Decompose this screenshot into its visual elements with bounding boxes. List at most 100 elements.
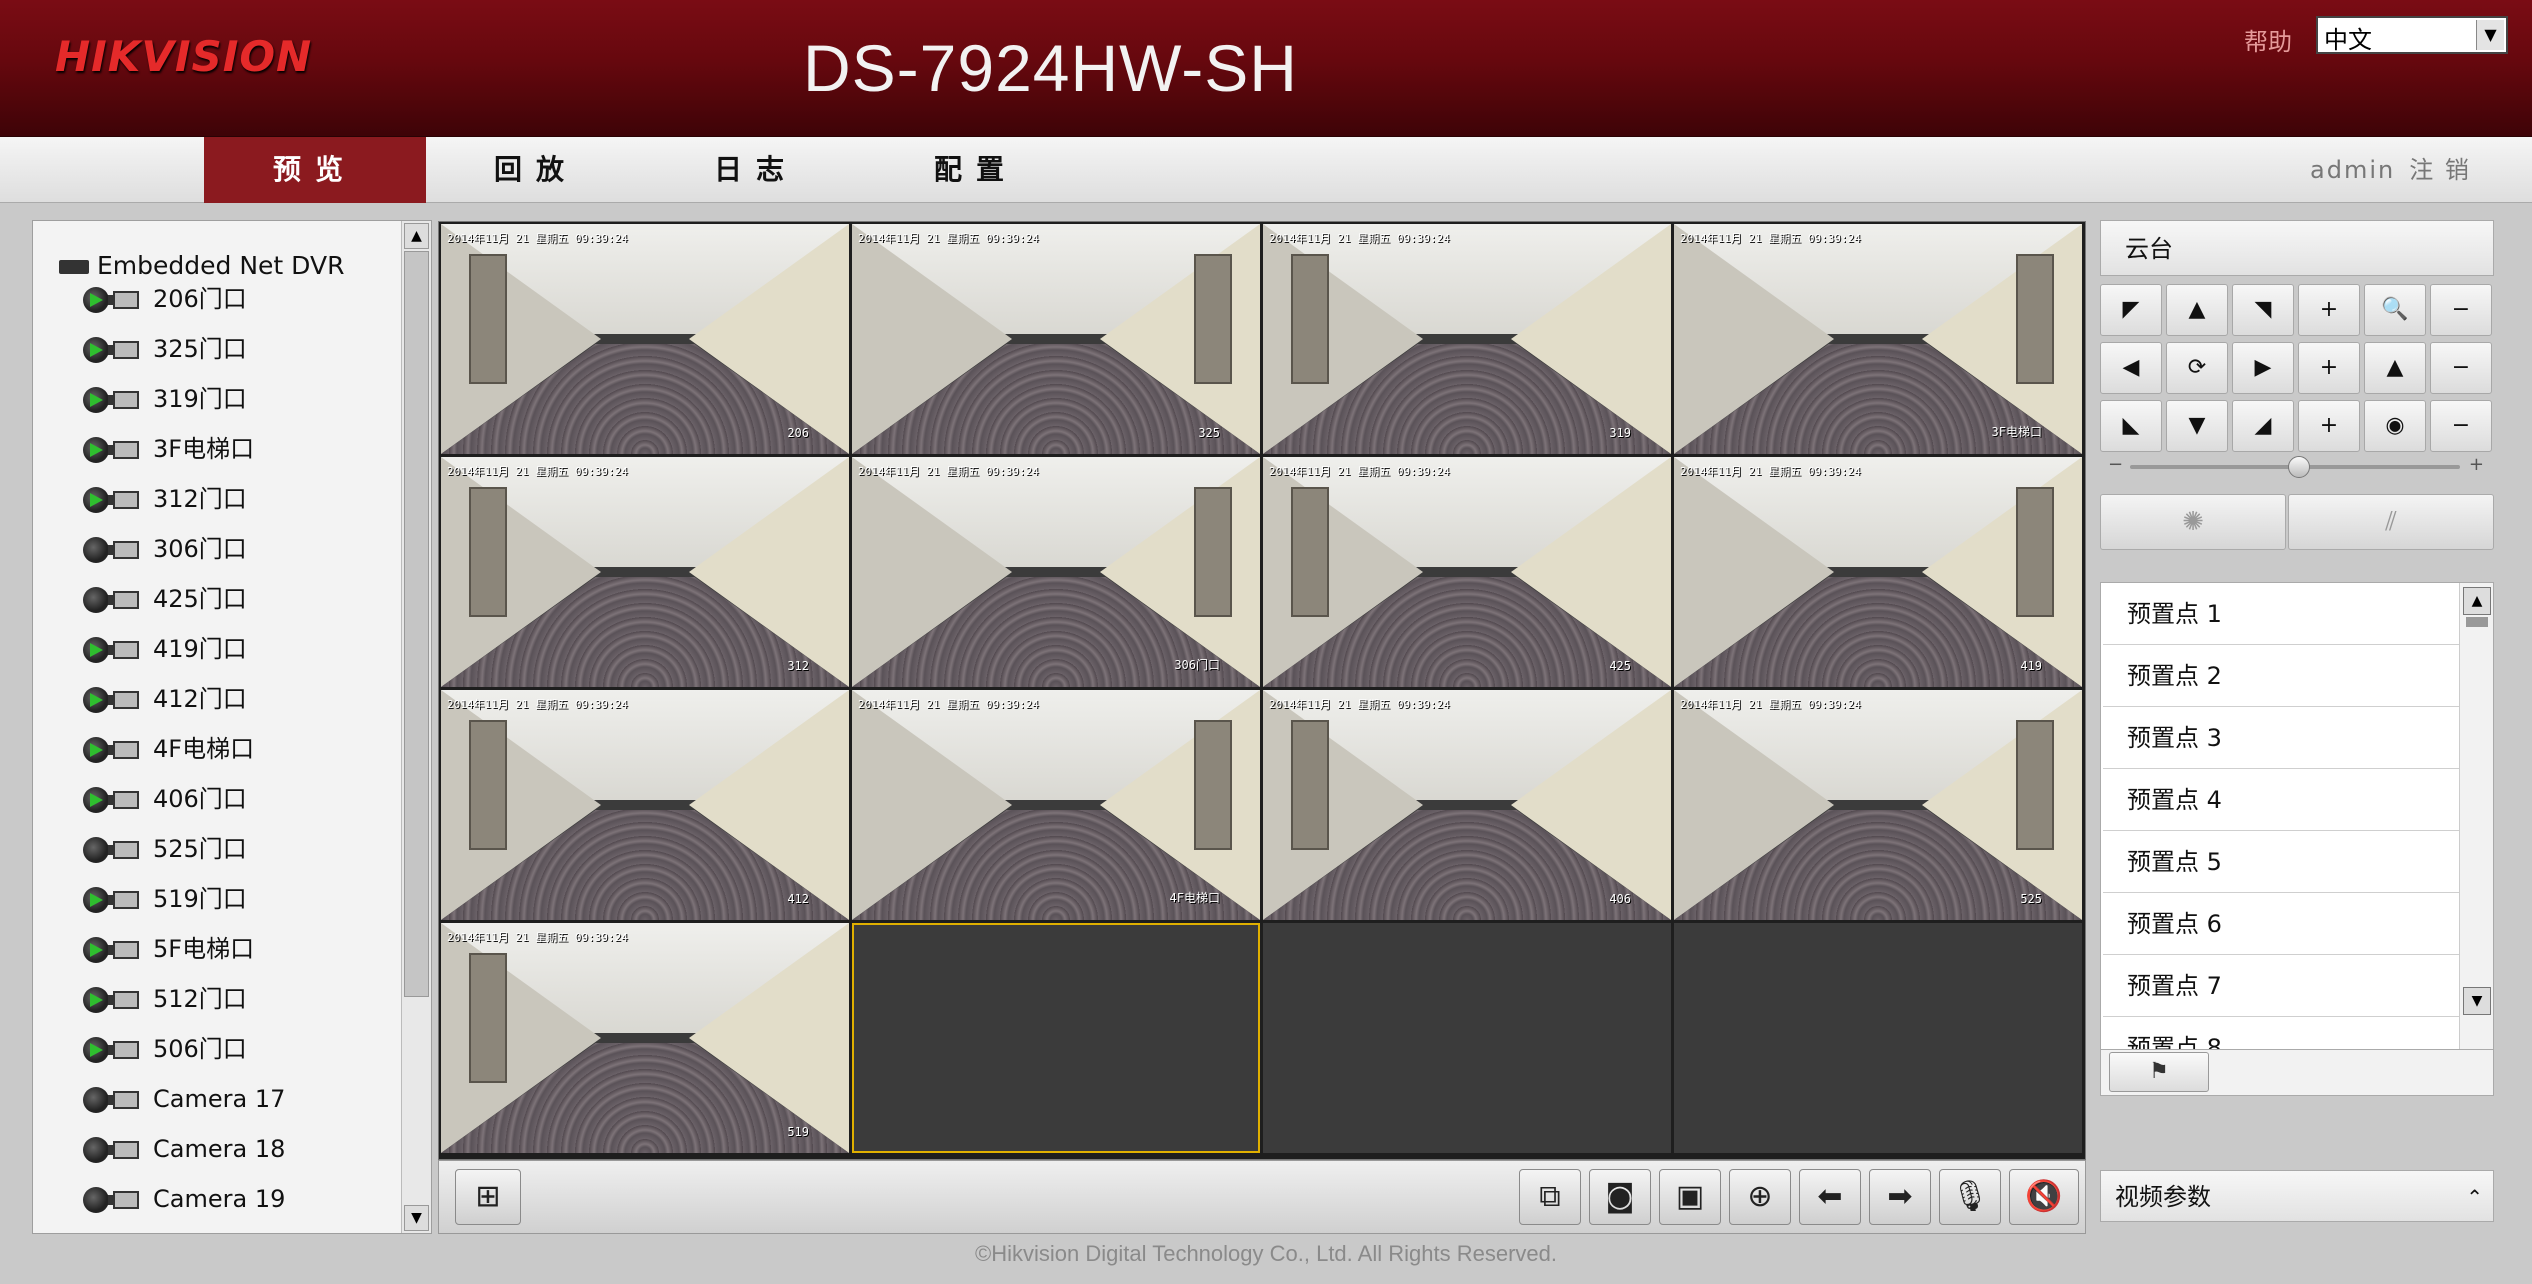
record-camera-icon[interactable] (108, 391, 139, 409)
iris-close-icon[interactable]: − (2430, 400, 2492, 452)
preset-item[interactable]: 预置点 6 (2103, 893, 2459, 955)
preset-item[interactable]: 预置点 7 (2103, 955, 2459, 1017)
record-camera-icon[interactable] (108, 1191, 139, 1209)
camera-status-icon[interactable] (83, 537, 109, 563)
tree-camera-item[interactable]: 425门口 (83, 579, 383, 619)
ptz-down-icon[interactable]: ▼ (2166, 400, 2228, 452)
tree-camera-item[interactable]: Camera 19 (83, 1179, 383, 1219)
record-camera-icon[interactable] (108, 791, 139, 809)
zoom-in-icon[interactable]: + (2298, 284, 2360, 336)
prev-page-icon[interactable]: ⬅ (1799, 1169, 1861, 1225)
camera-status-icon[interactable] (83, 637, 109, 663)
tree-camera-item[interactable]: 506门口 (83, 1029, 383, 1069)
ptz-right-up-icon[interactable]: ◥ (2232, 284, 2294, 336)
tree-camera-item[interactable]: 512门口 (83, 979, 383, 1019)
auto-scan-icon[interactable]: ⟳ (2166, 342, 2228, 394)
light-icon[interactable]: ✺ (2100, 494, 2286, 550)
microphone-icon[interactable]: 🎙 (1939, 1169, 2001, 1225)
chevron-down-icon[interactable]: ▼ (2476, 20, 2504, 50)
record-camera-icon[interactable] (108, 891, 139, 909)
video-cell[interactable]: 2014年11月 21 星期五 09:39:24 412 (441, 690, 849, 920)
ptz-left-icon[interactable]: ◀ (2100, 342, 2162, 394)
video-cell[interactable]: 2014年11月 21 星期五 09:39:24 319 (1263, 224, 1671, 454)
tab-playback[interactable]: 回放 (426, 137, 646, 203)
ptz-up-icon[interactable]: ▲ (2166, 284, 2228, 336)
tree-camera-item[interactable]: 3F电梯口 (83, 429, 383, 469)
wiper-icon[interactable]: ⫽ (2288, 494, 2494, 550)
tree-camera-item[interactable]: 419门口 (83, 629, 383, 669)
record-camera-icon[interactable] (108, 491, 139, 509)
speed-knob[interactable] (2288, 456, 2310, 478)
tree-camera-item[interactable]: 4F电梯口 (83, 729, 383, 769)
video-cell[interactable]: 2014年11月 21 星期五 09:39:24 206 (441, 224, 849, 454)
camera-status-icon[interactable] (83, 837, 109, 863)
record-camera-icon[interactable] (108, 641, 139, 659)
chevron-up-icon[interactable]: ⌃ (2466, 1171, 2483, 1223)
tree-camera-item[interactable]: Camera 17 (83, 1079, 383, 1119)
record-camera-icon[interactable] (108, 841, 139, 859)
camera-status-icon[interactable] (83, 1137, 109, 1163)
record-camera-icon[interactable] (108, 441, 139, 459)
tree-camera-item[interactable]: 519门口 (83, 879, 383, 919)
tree-camera-item[interactable]: 325门口 (83, 329, 383, 369)
volume-mute-icon[interactable]: 🔇 (2009, 1169, 2079, 1225)
preset-item[interactable]: 预置点 2 (2103, 645, 2459, 707)
focus-far-icon[interactable]: − (2430, 342, 2492, 394)
camera-status-icon[interactable] (83, 787, 109, 813)
camera-status-icon[interactable] (83, 887, 109, 913)
scroll-thumb[interactable] (404, 251, 429, 997)
digital-zoom-icon[interactable]: ⊕ (1729, 1169, 1791, 1225)
tree-camera-item[interactable]: Camera 18 (83, 1129, 383, 1169)
video-cell[interactable]: 2014年11月 21 星期五 09:39:24 3F电梯口 (1674, 224, 2082, 454)
ptz-right-down-icon[interactable]: ◢ (2232, 400, 2294, 452)
preset-item[interactable]: 预置点 1 (2103, 583, 2459, 645)
ptz-speed-slider[interactable]: − + (2100, 454, 2494, 480)
video-cell[interactable] (852, 923, 1260, 1153)
tree-scrollbar[interactable]: ▲ ▼ (401, 221, 431, 1233)
record-camera-icon[interactable] (108, 991, 139, 1009)
camera-status-icon[interactable] (83, 387, 109, 413)
video-cell[interactable]: 2014年11月 21 星期五 09:39:24 419 (1674, 457, 2082, 687)
record-camera-icon[interactable] (108, 291, 139, 309)
record-camera-icon[interactable] (108, 741, 139, 759)
tab-config[interactable]: 配置 (866, 137, 1086, 203)
ptz-left-up-icon[interactable]: ◤ (2100, 284, 2162, 336)
record-camera-icon[interactable] (108, 1091, 139, 1109)
ptz-right-icon[interactable]: ▶ (2232, 342, 2294, 394)
help-link[interactable]: 帮助 (2244, 22, 2292, 57)
scroll-down-icon[interactable]: ▼ (404, 1205, 429, 1231)
camera-status-icon[interactable] (83, 687, 109, 713)
record-camera-icon[interactable] (108, 341, 139, 359)
video-cell[interactable] (1263, 923, 1671, 1153)
preset-scrollbar[interactable]: ▲ ▼ (2459, 583, 2493, 1049)
tree-camera-item[interactable]: 312门口 (83, 479, 383, 519)
zoom-out-icon[interactable]: − (2430, 284, 2492, 336)
camera-status-icon[interactable] (83, 337, 109, 363)
camera-status-icon[interactable] (83, 937, 109, 963)
speed-minus-icon[interactable]: − (2108, 454, 2123, 475)
tree-camera-item[interactable]: 5F电梯口 (83, 929, 383, 969)
scroll-up-icon[interactable]: ▲ (2463, 587, 2491, 615)
grid-layout-icon[interactable]: ⊞ (455, 1169, 521, 1225)
logout-link[interactable]: 注 销 (2409, 156, 2471, 184)
iris-open-icon[interactable]: + (2298, 400, 2360, 452)
video-cell[interactable]: 2014年11月 21 星期五 09:39:24 519 (441, 923, 849, 1153)
record-camera-icon[interactable] (108, 541, 139, 559)
tree-camera-item[interactable]: 525门口 (83, 829, 383, 869)
video-cell[interactable]: 2014年11月 21 星期五 09:39:24 4F电梯口 (852, 690, 1260, 920)
camera-status-icon[interactable] (83, 587, 109, 613)
camera-status-icon[interactable] (83, 737, 109, 763)
camera-status-icon[interactable] (83, 1087, 109, 1113)
video-params-section[interactable]: 视频参数 ⌃ (2100, 1170, 2494, 1222)
camera-status-icon[interactable] (83, 1037, 109, 1063)
tree-root-dvr[interactable]: Embedded Net DVR (59, 251, 344, 280)
preset-item[interactable]: 预置点 4 (2103, 769, 2459, 831)
camera-status-icon[interactable] (83, 487, 109, 513)
record-camera-icon[interactable] (108, 591, 139, 609)
video-cell[interactable]: 2014年11月 21 星期五 09:39:24 406 (1263, 690, 1671, 920)
capture-icon[interactable]: ◙ (1589, 1169, 1651, 1225)
preset-item[interactable]: 预置点 8 (2103, 1017, 2459, 1049)
camera-status-icon[interactable] (83, 437, 109, 463)
tab-log[interactable]: 日志 (646, 137, 866, 203)
video-cell[interactable] (1674, 923, 2082, 1153)
